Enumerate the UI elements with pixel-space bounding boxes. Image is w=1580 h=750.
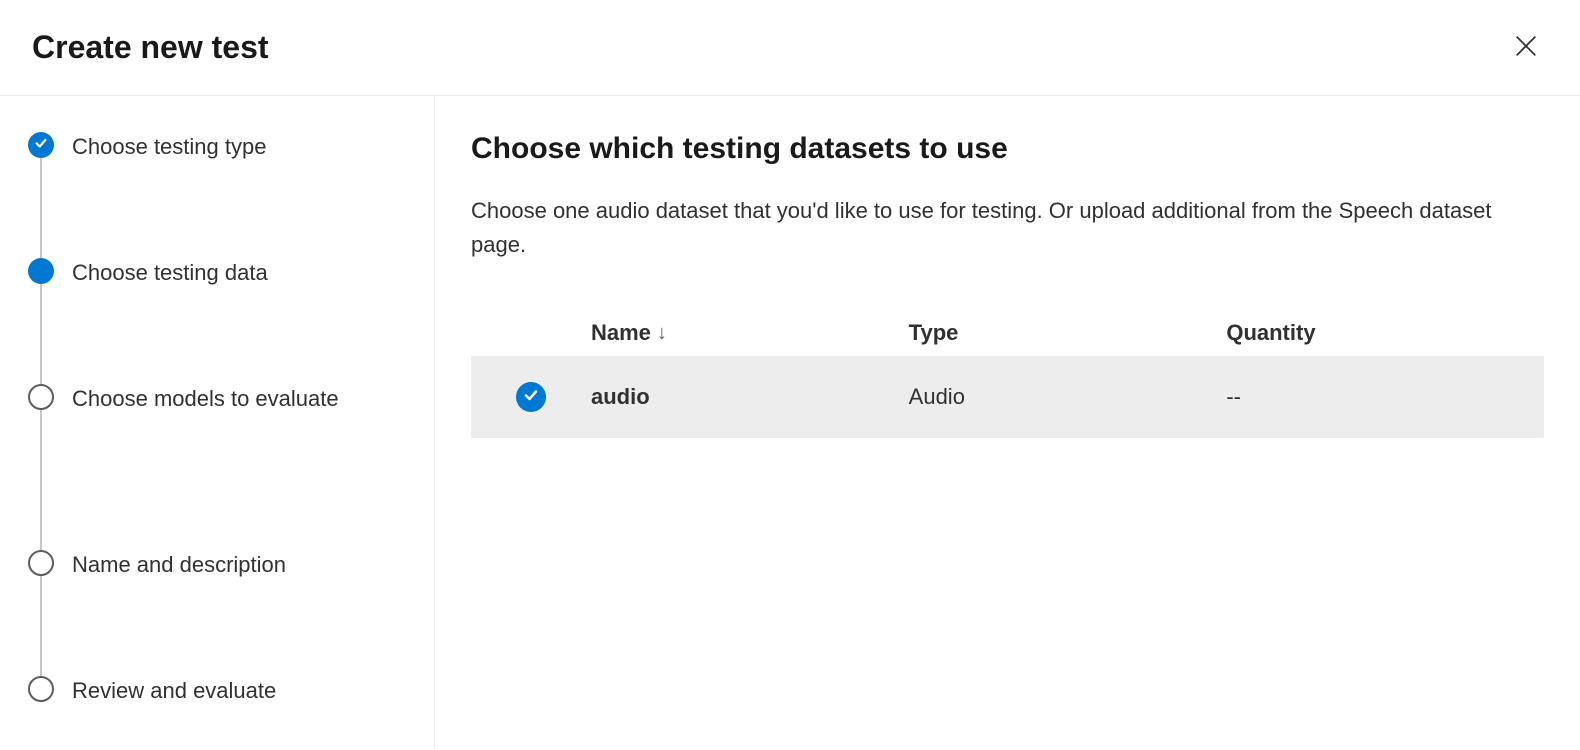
step-indicator-current [28, 258, 54, 284]
column-header-quantity[interactable]: Quantity [1226, 320, 1544, 346]
step-label: Review and evaluate [72, 676, 276, 707]
table-header-row: Name ↓ Type Quantity [471, 310, 1544, 356]
step-indicator-pending [28, 676, 54, 702]
page-description: Choose one audio dataset that you'd like… [471, 194, 1511, 262]
column-header-type-label: Type [909, 320, 959, 346]
step-label: Choose models to evaluate [72, 384, 339, 415]
checkmark-icon [523, 387, 539, 408]
close-icon [1512, 32, 1540, 63]
cell-quantity: -- [1226, 384, 1544, 410]
cell-type: Audio [909, 384, 1227, 410]
close-button[interactable] [1504, 24, 1548, 71]
step-indicator-pending [28, 384, 54, 410]
main-content: Choose which testing datasets to use Cho… [435, 96, 1580, 749]
step-label: Choose testing type [72, 132, 266, 163]
step-review-and-evaluate[interactable]: Review and evaluate [28, 676, 406, 707]
step-choose-testing-type[interactable]: Choose testing type [28, 132, 406, 258]
step-label: Choose testing data [72, 258, 268, 289]
wizard-steps-list: Choose testing type Choose testing data … [28, 132, 406, 707]
row-select-checkbox[interactable] [516, 382, 546, 412]
step-indicator-completed [28, 132, 54, 158]
column-header-quantity-label: Quantity [1226, 320, 1315, 346]
checkmark-icon [34, 136, 48, 155]
page-title: Choose which testing datasets to use [471, 132, 1544, 166]
table-row[interactable]: audio Audio -- [471, 356, 1544, 438]
datasets-table: Name ↓ Type Quantity [471, 310, 1544, 438]
sort-ascending-icon: ↓ [657, 322, 667, 345]
column-header-name[interactable]: Name ↓ [591, 320, 909, 346]
step-name-and-description[interactable]: Name and description [28, 550, 406, 676]
dialog-header: Create new test [0, 0, 1580, 96]
dialog-title: Create new test [32, 29, 269, 66]
dialog-body: Choose testing type Choose testing data … [0, 96, 1580, 749]
step-choose-testing-data[interactable]: Choose testing data [28, 258, 406, 384]
cell-name: audio [591, 384, 909, 410]
wizard-steps-sidebar: Choose testing type Choose testing data … [0, 96, 435, 749]
step-choose-models-to-evaluate[interactable]: Choose models to evaluate [28, 384, 406, 550]
step-label: Name and description [72, 550, 286, 581]
row-select-cell [471, 382, 591, 412]
column-header-type[interactable]: Type [909, 320, 1227, 346]
step-indicator-pending [28, 550, 54, 576]
column-header-name-label: Name [591, 320, 651, 346]
